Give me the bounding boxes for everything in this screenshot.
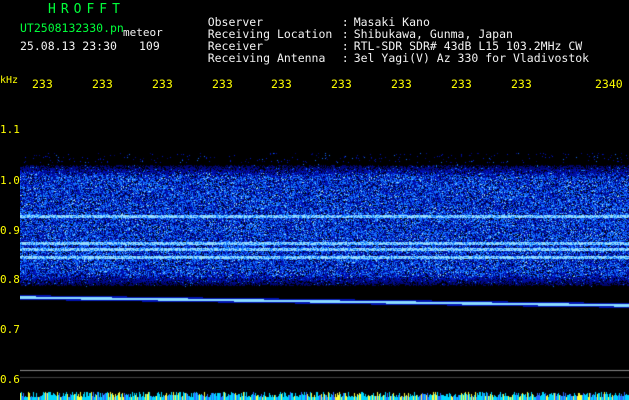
freq-tick-label: 1.1 (0, 123, 20, 136)
time-tick-label: 233 (152, 77, 173, 91)
time-tick-label: 233 (92, 77, 113, 91)
app-title: HROFFT (48, 2, 125, 17)
time-tick-label: 233 (32, 77, 53, 91)
timestamp: 25.08.13 23:30 (20, 39, 117, 53)
time-tick-label: 233 (212, 77, 233, 91)
time-tick-label: 233 (391, 77, 412, 91)
type-label: meteor (123, 26, 163, 39)
freq-tick-label: 0.9 (0, 224, 20, 237)
meta-value: 3el Yagi(V) Az 330 for Vladivostok (353, 51, 590, 65)
meta-separator: : (341, 51, 349, 65)
file-name: UT2508132330.pn (20, 21, 124, 35)
meta-label: Receiving Antenna (207, 51, 326, 65)
observation-info: Observer: Masaki Kano Receiving Location:… (180, 4, 589, 64)
time-tick-label: 233 (331, 77, 352, 91)
time-tick-label: 2340 (595, 77, 623, 91)
frequency-axis: 1.1 1.0 0.9 0.8 0.7 0.6 (0, 0, 20, 400)
meta-row-observer: Observer: Masaki Kano (180, 4, 589, 28)
time-tick-label: 233 (271, 77, 292, 91)
event-count: 109 (139, 39, 160, 53)
freq-tick-label: 1.0 (0, 174, 20, 187)
spectrogram (20, 95, 629, 400)
time-tick-label: 233 (451, 77, 472, 91)
time-tick-label: 233 (511, 77, 532, 91)
freq-tick-label: 0.7 (0, 323, 20, 336)
freq-tick-label: 0.6 (0, 373, 20, 386)
freq-tick-label: 0.8 (0, 273, 20, 286)
spectrogram-canvas (20, 95, 629, 400)
time-axis: 233 233 233 233 233 233 233 233 233 2340 (0, 78, 629, 94)
